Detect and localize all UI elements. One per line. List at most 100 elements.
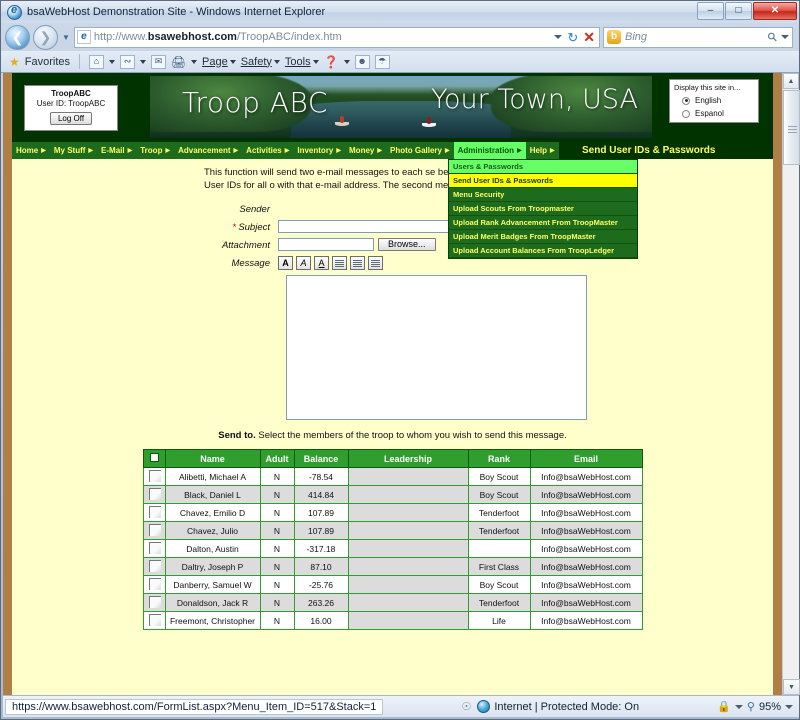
row-checkbox-cell[interactable] — [142, 611, 166, 631]
table-row[interactable]: Danberry, Samuel W N -25.76 Boy Scout In… — [142, 575, 643, 595]
tools-menu-button[interactable]: Tools — [285, 56, 319, 68]
stop-icon[interactable]: ✕ — [583, 30, 595, 44]
page-menu-button[interactable]: Page — [202, 56, 236, 68]
language-option-espanol[interactable]: Espanol — [674, 109, 754, 118]
log-off-button[interactable]: Log Off — [49, 111, 93, 125]
maximize-button[interactable]: □ — [725, 2, 752, 20]
search-icon[interactable]: ⚲ — [765, 29, 781, 45]
menu-item-menu-security[interactable]: Menu Security — [449, 188, 637, 202]
messenger-icon[interactable]: ☻ — [354, 54, 370, 69]
row-checkbox-cell[interactable] — [142, 521, 166, 541]
scroll-up-button[interactable]: ▲ — [783, 73, 799, 89]
message-textarea[interactable] — [286, 275, 587, 421]
align-left-button[interactable] — [332, 256, 347, 271]
row-checkbox-cell[interactable] — [142, 485, 166, 505]
underline-button[interactable]: A — [314, 256, 329, 271]
row-checkbox[interactable] — [148, 578, 161, 591]
select-all-header[interactable] — [142, 449, 166, 469]
zoom-dropdown-icon[interactable] — [785, 704, 793, 709]
menu-item-send-user-ids[interactable]: Send User IDs & Passwords — [449, 174, 637, 188]
home-icon[interactable]: ⌂ — [89, 54, 105, 69]
row-checkbox-cell[interactable] — [142, 503, 166, 523]
nav-item-help[interactable]: Help ▶ — [525, 142, 559, 159]
address-dropdown-icon[interactable] — [554, 35, 563, 39]
print-dropdown-icon[interactable] — [191, 59, 198, 64]
row-checkbox[interactable] — [148, 614, 161, 627]
nav-item-photo-gallery[interactable]: Photo Gallery ▶ — [385, 142, 454, 159]
search-provider-dropdown-icon[interactable] — [781, 35, 789, 39]
align-center-button[interactable] — [350, 256, 365, 271]
nav-item-troop[interactable]: Troop ▶ — [136, 142, 175, 159]
nav-item-advancement[interactable]: Advancement ▶ — [174, 142, 243, 159]
mail-icon[interactable]: ✉ — [151, 54, 167, 69]
menu-item-upload-merit-badges[interactable]: Upload Merit Badges From TroopMaster — [449, 230, 637, 244]
table-row[interactable]: Dalton, Austin N -317.18 Info@bsaWebHost… — [142, 539, 643, 559]
help-icon[interactable]: ❓ — [324, 55, 339, 69]
favorites-button[interactable]: Favorites — [25, 56, 70, 68]
column-header-rank[interactable]: Rank — [467, 449, 531, 469]
select-all-checkbox[interactable] — [149, 453, 159, 463]
feeds-icon[interactable]: ∾ — [120, 54, 136, 69]
recent-pages-dropdown-icon[interactable]: ▼ — [62, 33, 70, 42]
column-header-balance[interactable]: Balance — [293, 449, 349, 469]
row-checkbox[interactable] — [148, 596, 161, 609]
help-dropdown-icon[interactable] — [343, 59, 350, 64]
table-row[interactable]: Alibetti, Michael A N -78.54 Boy Scout I… — [142, 467, 643, 487]
row-checkbox-cell[interactable] — [142, 539, 166, 559]
row-checkbox[interactable] — [148, 560, 161, 573]
row-checkbox[interactable] — [148, 524, 161, 537]
column-header-leadership[interactable]: Leadership — [347, 449, 469, 469]
row-checkbox[interactable] — [148, 470, 161, 483]
menu-item-upload-rank-advancement[interactable]: Upload Rank Advancement From TroopMaster — [449, 216, 637, 230]
nav-item-activities[interactable]: Activities ▶ — [242, 142, 294, 159]
row-checkbox-cell[interactable] — [142, 575, 166, 595]
nav-item-home[interactable]: Home ▶ — [12, 142, 50, 159]
table-row[interactable]: Donaldson, Jack R N 263.26 Tenderfoot In… — [142, 593, 643, 613]
refresh-icon[interactable]: ↻ — [567, 31, 578, 44]
nav-item-inventory[interactable]: Inventory ▶ — [293, 142, 346, 159]
column-header-name[interactable]: Name — [164, 449, 261, 469]
minimize-button[interactable]: – — [697, 2, 724, 20]
scroll-down-button[interactable]: ▼ — [783, 679, 800, 695]
row-checkbox-cell[interactable] — [142, 593, 166, 613]
nav-item-e-mail[interactable]: E-Mail ▶ — [97, 142, 137, 159]
zoom-icon[interactable]: ⚲ — [747, 700, 755, 713]
printer-icon[interactable]: 🖨 — [171, 55, 186, 69]
nav-item-money[interactable]: Money ▶ — [345, 142, 386, 159]
home-dropdown-icon[interactable] — [109, 59, 116, 64]
menu-item-upload-scouts[interactable]: Upload Scouts From Troopmaster — [449, 202, 637, 216]
feeds-dropdown-icon[interactable] — [140, 59, 147, 64]
attachment-input[interactable] — [278, 238, 374, 252]
search-input[interactable]: b Bing ⚲ — [603, 26, 793, 48]
page-scrollbar[interactable]: ▲ ▼ — [782, 73, 800, 695]
forward-button[interactable]: ❯ — [33, 24, 58, 50]
menu-item-upload-account-balances[interactable]: Upload Account Balances From TroopLedger — [449, 244, 637, 258]
menu-item-users-passwords[interactable]: Users & Passwords — [449, 160, 637, 174]
column-header-adult[interactable]: Adult — [259, 449, 295, 469]
language-option-english[interactable]: English — [674, 96, 754, 105]
close-button[interactable]: ✕ — [753, 2, 797, 20]
browse-button[interactable]: Browse... — [378, 238, 436, 252]
row-checkbox-cell[interactable] — [142, 557, 166, 577]
table-row[interactable]: Chavez, Julio N 107.89 Tenderfoot Info@b… — [142, 521, 643, 541]
table-row[interactable]: Freemont, Christopher N 16.00 Life Info@… — [142, 611, 643, 631]
reader-icon[interactable]: ☂ — [374, 54, 390, 69]
table-row[interactable]: Chavez, Emilio D N 107.89 Tenderfoot Inf… — [142, 503, 643, 523]
nav-item-administration[interactable]: Administration ▶ — [453, 142, 526, 159]
address-input[interactable]: e http://www.bsawebhost.com/TroopABC/ind… — [73, 26, 600, 48]
scrollbar-thumb[interactable] — [783, 90, 800, 165]
security-zone[interactable]: Internet | Protected Mode: On — [477, 700, 639, 713]
row-checkbox-cell[interactable] — [142, 467, 166, 487]
nav-item-my-stuff[interactable]: My Stuff ▶ — [49, 142, 98, 159]
safety-menu-button[interactable]: Safety — [241, 56, 280, 68]
table-row[interactable]: Daltry, Joseph P N 87.10 First Class Inf… — [142, 557, 643, 577]
row-checkbox[interactable] — [148, 506, 161, 519]
italic-button[interactable]: A — [296, 256, 311, 271]
row-checkbox[interactable] — [148, 542, 161, 555]
privacy-report-icon[interactable]: ☉ — [462, 700, 472, 713]
back-button[interactable]: ❮ — [5, 24, 30, 50]
bold-button[interactable]: A — [278, 256, 293, 271]
column-header-email[interactable]: Email — [529, 449, 643, 469]
row-checkbox[interactable] — [148, 488, 161, 501]
table-row[interactable]: Black, Daniel L N 414.84 Boy Scout Info@… — [142, 485, 643, 505]
